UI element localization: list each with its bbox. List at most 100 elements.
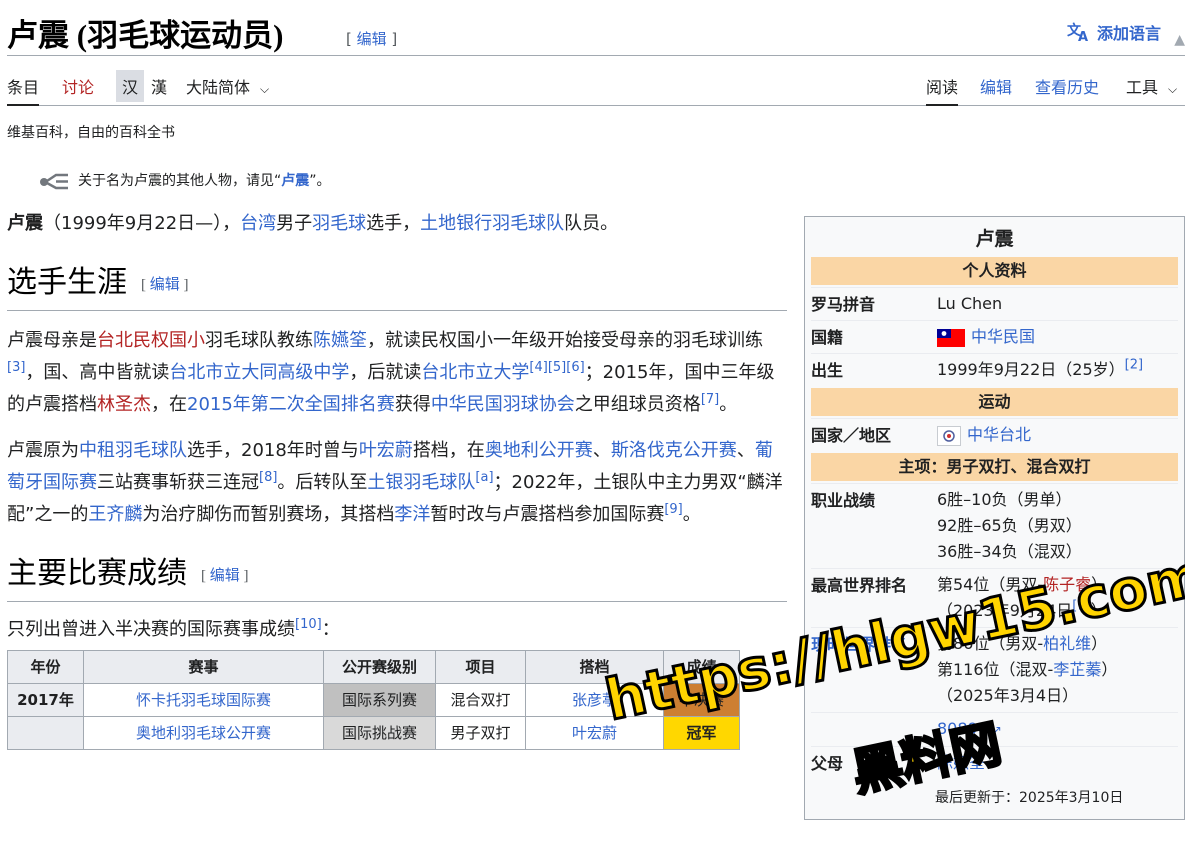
svg-text:A: A: [1078, 30, 1088, 43]
record-line: 36胜–34负（混双）: [937, 542, 1082, 561]
link-nationality[interactable]: 中华民国: [971, 327, 1035, 346]
infobox-row: 80896 ↗: [811, 712, 1178, 746]
tab-edit[interactable]: 编辑: [980, 74, 1012, 98]
tab-variant-hans[interactable]: 汉: [116, 70, 145, 102]
ref-3[interactable]: [3]: [7, 360, 25, 375]
link-mother[interactable]: 陈嬿筌: [313, 330, 367, 351]
link-school-1[interactable]: 台北民权国小: [97, 330, 205, 351]
link-partner-bai[interactable]: 柏礼维: [1043, 634, 1091, 653]
section-edit-link[interactable]: [ 编辑 ]: [141, 277, 189, 293]
link-ranking-event[interactable]: 2015年第二次全国排名赛: [187, 394, 395, 415]
infobox-row: 国籍 中华民国: [811, 320, 1178, 353]
col-header-result: 成绩: [663, 650, 740, 685]
infobox-row: 现时世界排名 第86位（男双-柏礼维） 第116位（混双-李芷蓁） （2025年…: [811, 627, 1178, 712]
infobox-updated: 最后更新于：2025年3月10日: [935, 790, 1124, 806]
link-team[interactable]: 土地银行羽毛球队: [420, 213, 564, 234]
link-team-2[interactable]: 土银羽毛球队: [367, 472, 475, 493]
infobox-label: 国家／地区: [811, 426, 892, 445]
link-taiwan[interactable]: 台湾: [240, 213, 276, 234]
infobox-row: 最高世界排名 第54位（男双-陈子睿） （2023年9月24日[1]）: [811, 568, 1178, 627]
cell-year: 2017年: [7, 683, 84, 718]
article-body: 卢震（1999年9月22日—），台湾男子羽毛球选手，土地银行羽毛球队队员。 选手…: [7, 208, 787, 751]
title-edit-label[interactable]: 编辑: [357, 30, 387, 48]
link-slovak-open[interactable]: 斯洛伐克公开赛: [611, 440, 737, 461]
ref-4[interactable]: [4]: [529, 360, 547, 375]
variant-label: 大陆简体: [186, 78, 251, 97]
tab-article[interactable]: 条目: [7, 74, 40, 106]
hatnote-link[interactable]: 卢震: [281, 173, 309, 189]
infobox-title: 卢震: [975, 228, 1014, 250]
ref-2[interactable]: [2]: [1125, 358, 1143, 373]
scrollbar-arrow-icon[interactable]: ▲: [1174, 32, 1185, 48]
infobox-label-link[interactable]: 现时世界排名: [811, 631, 937, 709]
infobox-label: 国籍: [811, 328, 844, 347]
cell-event-link[interactable]: 怀卡托羽毛球国际赛: [136, 691, 271, 709]
link-parent[interactable]: 陈嬿筌: [937, 753, 985, 772]
note-a[interactable]: [a]: [475, 470, 493, 485]
ref-5[interactable]: [5]: [548, 360, 566, 375]
infobox-header-personal: 个人资料: [811, 257, 1178, 285]
chevron-down-icon: ⌵: [1168, 82, 1178, 96]
link-association[interactable]: 中华民国羽球协会: [431, 394, 575, 415]
cell-level: 国际挑战赛: [323, 716, 436, 751]
link-team-1[interactable]: 中租羽毛球队: [79, 440, 187, 461]
ref-8[interactable]: [8]: [259, 470, 277, 485]
chinese-taipei-flag-icon: [937, 425, 961, 446]
ref-9[interactable]: [9]: [664, 502, 682, 517]
page-title: 卢震 (羽毛球运动员): [7, 18, 284, 53]
tools-label: 工具: [1126, 78, 1159, 97]
link-partner-chen[interactable]: 陈子睿: [1043, 575, 1091, 594]
subject-name: 卢震: [7, 213, 43, 234]
cell-partner-link[interactable]: 张彦葶: [572, 691, 617, 709]
link-partner-1[interactable]: 林圣杰: [97, 394, 151, 415]
infobox-header-sport: 运动: [811, 388, 1178, 416]
disambiguation-icon: [40, 173, 68, 190]
infobox-label: 最高世界排名: [811, 576, 908, 595]
link-badminton[interactable]: 羽毛球: [312, 213, 366, 234]
section-edit-link[interactable]: [ 编辑 ]: [201, 568, 249, 584]
ref-6[interactable]: [6]: [566, 360, 584, 375]
title-edit-link[interactable]: [ 编辑 ]: [346, 28, 397, 49]
infobox: 卢震 个人资料 罗马拼音 Lu Chen 国籍 中华民国 出生 1999年9月2…: [804, 216, 1185, 820]
infobox-row: 国家／地区 中华台北: [811, 418, 1178, 451]
add-language-label: 添加语言: [1096, 24, 1161, 43]
ref-1[interactable]: [1]: [1072, 599, 1090, 614]
tools-dropdown[interactable]: 工具 ⌵: [1126, 74, 1177, 98]
ref-10[interactable]: [10]: [295, 617, 322, 632]
variant-dropdown[interactable]: 大陆简体 ⌵: [186, 74, 269, 98]
tab-read[interactable]: 阅读: [926, 74, 959, 106]
cell-discipline: 混合双打: [435, 683, 526, 718]
link-player-wang[interactable]: 王齐麟: [88, 504, 142, 525]
link-university[interactable]: 台北市立大学: [421, 362, 529, 383]
link-player-li[interactable]: 李洋: [394, 504, 430, 525]
cell-event-link[interactable]: 奥地利羽毛球公开赛: [136, 724, 271, 742]
link-bwf-profile[interactable]: 80896: [937, 719, 988, 738]
link-school-2[interactable]: 台北市立大同高级中学: [169, 362, 349, 383]
tab-talk[interactable]: 讨论: [62, 74, 94, 98]
current-rank-1: 第86位（男双-柏礼维）: [937, 634, 1108, 653]
hatnote-text: 关于名为卢震的其他人物，请见“卢震”。: [78, 173, 331, 189]
link-austria-open[interactable]: 奥地利公开赛: [485, 440, 593, 461]
link-partner-2[interactable]: 叶宏蔚: [359, 440, 413, 461]
link-partner-li[interactable]: 李芷蓁: [1053, 660, 1101, 679]
link-country[interactable]: 中华台北: [967, 425, 1031, 444]
ref-7[interactable]: [7]: [701, 392, 719, 407]
infobox-label: 职业战绩: [811, 491, 876, 510]
infobox-label: 父母: [811, 754, 844, 773]
results-table: 年份 赛事 公开赛级别 项目 搭档 成绩 2017年 怀卡托羽毛球国际赛 国际系…: [7, 650, 740, 751]
site-tagline: 维基百科，自由的百科全书: [7, 125, 175, 141]
cell-result: 冠军: [663, 716, 740, 751]
infobox-header-main-events: 主项：男子双打、混合双打: [811, 453, 1178, 481]
cell-partner-link[interactable]: 叶宏蔚: [572, 724, 617, 742]
table-row: 2017年 怀卡托羽毛球国际赛 国际系列赛 混合双打 张彦葶 半决赛: [7, 683, 740, 718]
infobox-label: 罗马拼音: [811, 295, 876, 314]
add-language-button[interactable]: 文 A 添加语言: [1067, 20, 1161, 44]
page-tabs: 条目 讨论 汉 漢 大陆简体 ⌵ 阅读 编辑 查看历史 工具 ⌵: [7, 56, 1185, 106]
tab-history[interactable]: 查看历史: [1035, 74, 1099, 98]
infobox-row: 罗马拼音 Lu Chen: [811, 287, 1178, 320]
roc-flag-icon: [937, 328, 965, 347]
results-intro: 只列出曾进入半决赛的国际赛事成绩[10]：: [7, 617, 340, 641]
infobox-label: 出生: [811, 361, 844, 380]
tab-variant-hant[interactable]: 漢: [145, 70, 173, 102]
section-heading-career: 选手生涯[ 编辑 ]: [7, 264, 787, 312]
